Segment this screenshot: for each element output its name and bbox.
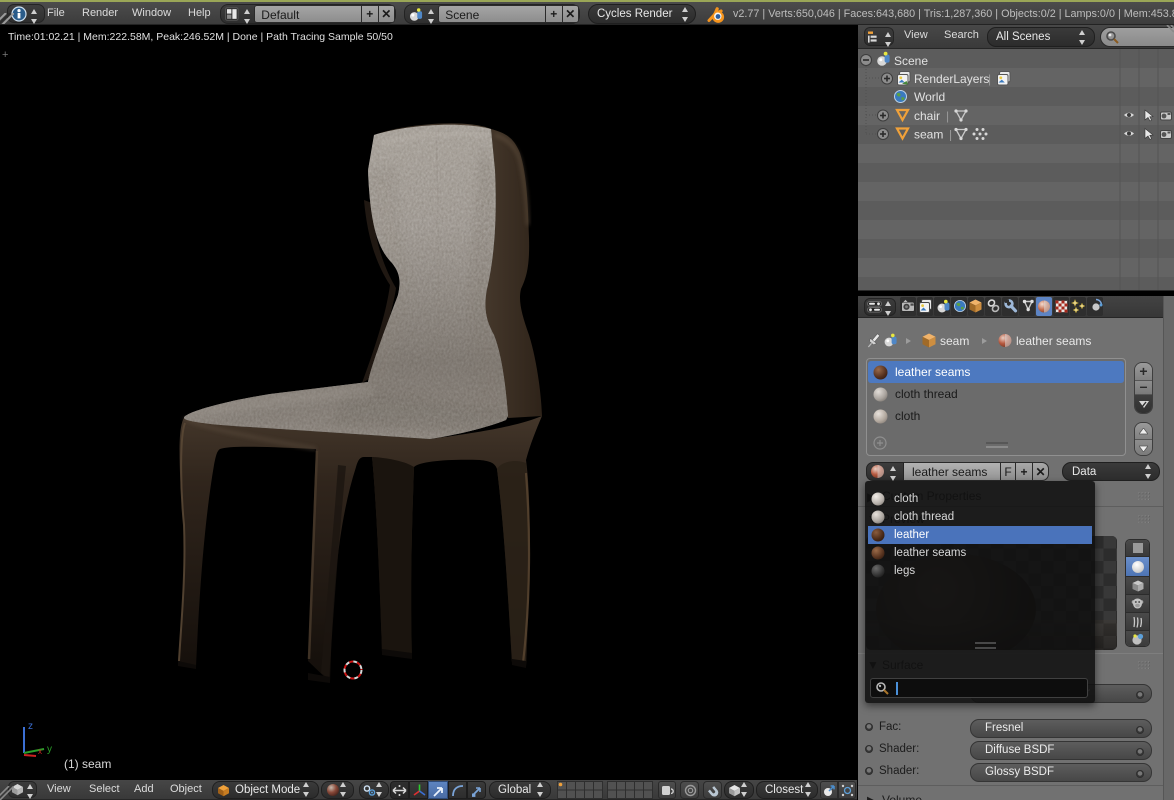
svg-text:leather seams: leather seams <box>1016 334 1091 348</box>
svg-text:RenderLayers: RenderLayers <box>914 72 989 86</box>
svg-text:seam: seam <box>940 334 969 348</box>
svg-text:y: y <box>47 744 52 755</box>
svg-text:seam: seam <box>914 128 943 142</box>
svg-text:|: | <box>949 128 952 142</box>
svg-text:|: | <box>988 72 991 86</box>
svg-text:|: | <box>946 109 949 123</box>
svg-text:World: World <box>914 90 945 104</box>
svg-text:Scene: Scene <box>894 54 928 68</box>
svg-text:x: x <box>38 747 42 756</box>
svg-text:chair: chair <box>914 109 940 123</box>
svg-text:z: z <box>28 721 33 732</box>
